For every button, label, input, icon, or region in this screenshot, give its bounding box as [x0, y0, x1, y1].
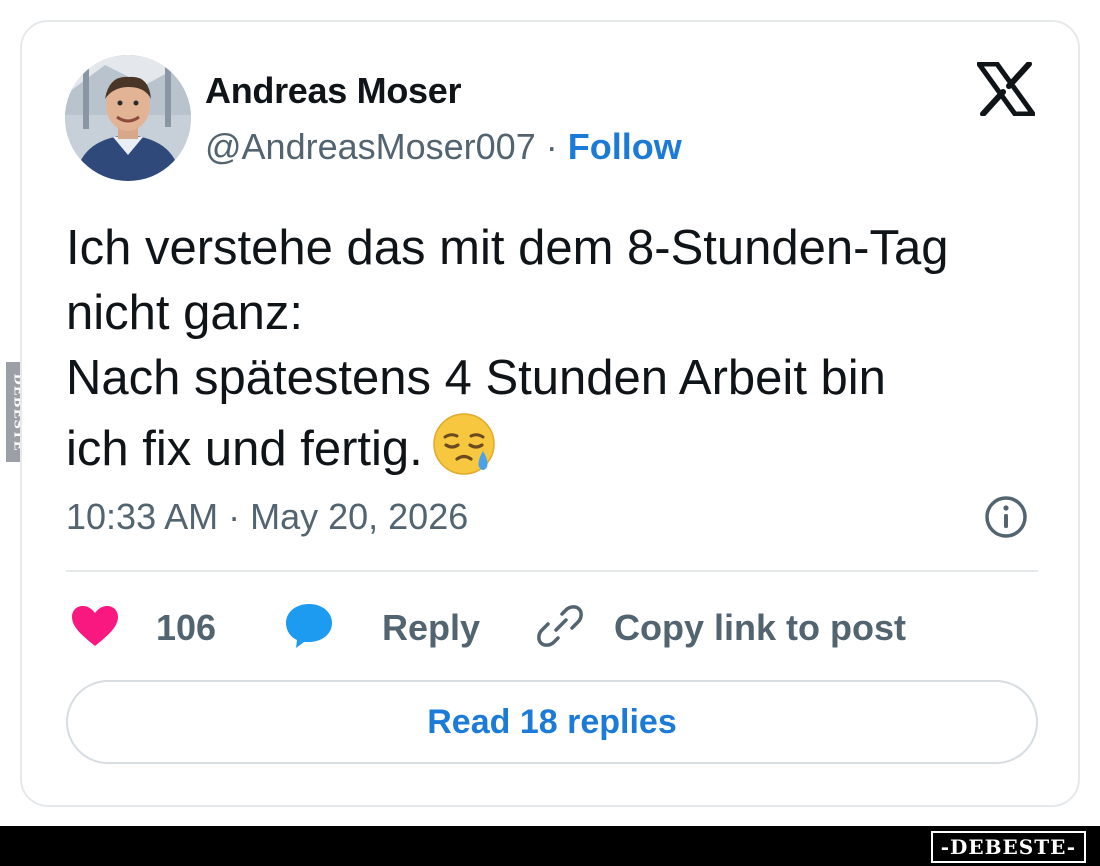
tweet-card: Andreas Moser @AndreasMoser007 · Follow … — [20, 20, 1080, 807]
footer-watermark-logo[interactable]: -DEBESTE- — [930, 831, 1086, 863]
reply-label: Reply — [382, 607, 481, 648]
avatar[interactable] — [65, 55, 191, 181]
link-icon — [536, 602, 584, 655]
tweet-line: Ich verstehe das mit dem 8-Stunden-Tag — [66, 221, 949, 275]
tweet-line-last: ich fix und fertig. — [66, 411, 1056, 482]
footer-bar: -DEBESTE- — [0, 826, 1100, 866]
author-handle[interactable]: @AndreasMoser007 — [205, 126, 536, 167]
tweet-timestamp[interactable]: 10:33 AM · May 20, 2026 — [66, 496, 468, 538]
x-logo-icon[interactable] — [976, 61, 1036, 117]
like-count: 106 — [156, 607, 217, 648]
copy-link-button[interactable]: Copy link to post — [536, 600, 906, 656]
read-replies-button[interactable]: Read 18 replies — [66, 680, 1038, 764]
sleepy-face-emoji-icon — [431, 411, 497, 477]
action-bar: 106 Reply Copy link to post — [66, 600, 1038, 656]
handle-row: @AndreasMoser007 · Follow — [205, 126, 682, 168]
follow-button[interactable]: Follow — [568, 126, 682, 167]
reply-button[interactable]: Reply — [284, 600, 480, 656]
info-icon[interactable] — [983, 494, 1029, 540]
copy-link-label: Copy link to post — [614, 607, 906, 648]
divider — [66, 570, 1038, 572]
avatar-photo — [65, 55, 191, 181]
reply-bubble-icon — [284, 602, 334, 655]
handle-separator: · — [535, 126, 568, 167]
tweet-line: Nach spätestens 4 Stunden Arbeit bin — [66, 351, 886, 405]
heart-icon — [70, 604, 120, 653]
page: DEBESTE Andreas Moser @AndreasMoser007 ·… — [0, 0, 1100, 866]
tweet-line: ich fix und fertig. — [66, 422, 423, 476]
like-button[interactable]: 106 — [70, 600, 216, 656]
tweet-line: nicht ganz: — [66, 286, 303, 340]
tweet-text: Ich verstehe das mit dem 8-Stunden-Tag n… — [66, 216, 1056, 482]
author-name[interactable]: Andreas Moser — [205, 70, 461, 112]
